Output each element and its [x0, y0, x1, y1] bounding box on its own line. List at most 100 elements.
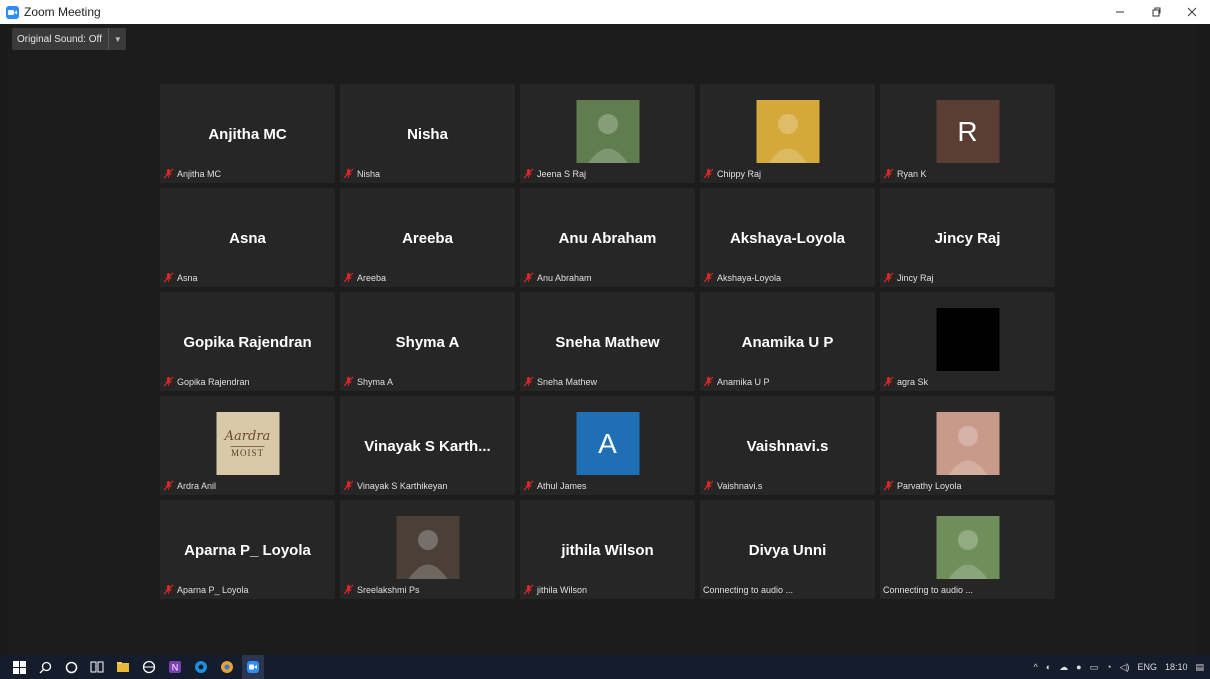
muted-mic-icon — [703, 168, 714, 179]
svg-text:N: N — [172, 663, 179, 673]
participant-tile[interactable]: Aardra MOIST Ardra Anil — [160, 396, 335, 495]
avatar-photo — [936, 516, 999, 579]
network-icon[interactable]: ◐ — [1046, 662, 1051, 672]
participant-tile[interactable]: Gopika Rajendran Gopika Rajendran — [160, 292, 335, 391]
participant-name: Anjitha MC — [177, 168, 222, 179]
search-icon[interactable] — [34, 655, 56, 679]
zoom-logo-icon — [6, 5, 19, 19]
participant-tile[interactable]: Chippy Raj — [700, 84, 875, 183]
participant-name-label: Asna — [163, 272, 198, 283]
participant-tile[interactable]: Asna Asna — [160, 188, 335, 287]
participant-tile[interactable]: Anjitha MC Anjitha MC — [160, 84, 335, 183]
minimize-button[interactable] — [1102, 0, 1138, 24]
participant-tile[interactable]: Nisha Nisha — [340, 84, 515, 183]
participant-name-label: Jincy Raj — [883, 272, 934, 283]
muted-mic-icon — [343, 480, 354, 491]
participant-name: Shyma A — [357, 376, 394, 387]
chevron-down-icon[interactable]: ▼ — [107, 28, 122, 50]
participant-tile[interactable]: Parvathy Loyola — [880, 396, 1055, 495]
participant-name-label: Chippy Raj — [703, 168, 761, 179]
clock[interactable]: 18:10 — [1165, 662, 1188, 672]
participant-tile[interactable]: Aparna P_ Loyola Aparna P_ Loyola — [160, 500, 335, 599]
participant-tile[interactable]: Jincy Raj Jincy Raj — [880, 188, 1055, 287]
participant-name: Aparna P_ Loyola — [177, 584, 249, 595]
notification-icon[interactable]: ▤ — [1195, 662, 1204, 673]
participant-display-name: Anu Abraham — [558, 230, 657, 247]
participant-tile[interactable]: Anu Abraham Anu Abraham — [520, 188, 695, 287]
avatar-initial: R — [936, 100, 999, 163]
chrome-icon[interactable] — [216, 655, 238, 679]
participant-display-name: Jincy Raj — [934, 230, 1001, 247]
participant-display-name: Aparna P_ Loyola — [184, 542, 311, 559]
avatar-blank — [936, 308, 999, 371]
participant-name: Nisha — [357, 168, 381, 179]
participant-name: Parvathy Loyola — [897, 480, 962, 491]
participant-display-name: Shyma A — [395, 334, 460, 351]
participant-tile[interactable]: Akshaya-Loyola Akshaya-Loyola — [700, 188, 875, 287]
participant-display-name: Nisha — [407, 126, 448, 143]
participant-display-name: Divya Unni — [748, 542, 827, 559]
participant-tile[interactable]: Vinayak S Karth... Vinayak S Karthikeyan — [340, 396, 515, 495]
cloud-icon[interactable]: ☁ — [1059, 662, 1068, 673]
participant-name-label: Aparna P_ Loyola — [163, 584, 249, 595]
onenote-icon[interactable]: N — [164, 655, 186, 679]
minimize-icon — [1116, 11, 1124, 13]
participant-name-label: Vinayak S Karthikeyan — [343, 480, 447, 491]
restore-button[interactable] — [1138, 0, 1174, 24]
chevron-up-icon[interactable]: ^ — [1033, 662, 1037, 672]
volume-icon[interactable]: ◁) — [1120, 662, 1130, 673]
participant-tile[interactable]: Areeba Areeba — [340, 188, 515, 287]
avatar-photo — [756, 100, 819, 163]
participant-tile[interactable]: Sneha Mathew Sneha Mathew — [520, 292, 695, 391]
microphone-icon[interactable]: ● — [1076, 662, 1081, 672]
close-button[interactable] — [1174, 0, 1210, 24]
participant-display-name: Anjitha MC — [208, 126, 287, 143]
participant-tile[interactable]: Connecting to audio ... — [880, 500, 1055, 599]
avatar-photo — [936, 412, 999, 475]
windows-start-icon[interactable] — [8, 655, 30, 679]
close-icon — [1187, 7, 1197, 17]
participant-tile[interactable]: A Athul James — [520, 396, 695, 495]
participant-tile[interactable]: agra Sk — [880, 292, 1055, 391]
logo-text: MOIST — [230, 446, 264, 458]
participant-name-label: Athul James — [523, 480, 587, 491]
participant-name: Ryan K — [897, 168, 927, 179]
wifi-icon[interactable]: ◔ — [1106, 662, 1111, 672]
muted-mic-icon — [523, 272, 534, 283]
participant-display-name: Vinayak S Karth... — [364, 438, 491, 455]
participant-tile[interactable]: Jeena S Raj — [520, 84, 695, 183]
browser-icon[interactable] — [190, 655, 212, 679]
participant-name-label: jithila Wilson — [523, 584, 587, 595]
participant-name: Jincy Raj — [897, 272, 934, 283]
windows-taskbar: N ^ ◐ ☁ ● ▭ ◔ ◁) ENG 18:10 ▤ — [0, 655, 1210, 679]
participant-tile[interactable]: jithila Wilson jithila Wilson — [520, 500, 695, 599]
zoom-taskbar-icon[interactable] — [242, 655, 264, 679]
cortana-icon[interactable] — [60, 655, 82, 679]
muted-mic-icon — [883, 168, 894, 179]
participant-name-label: Anamika U P — [703, 376, 770, 387]
file-explorer-icon[interactable] — [112, 655, 134, 679]
participant-tile[interactable]: Anamika U P Anamika U P — [700, 292, 875, 391]
participant-tile[interactable]: R Ryan K — [880, 84, 1055, 183]
edge-icon[interactable] — [138, 655, 160, 679]
participant-tile[interactable]: Shyma A Shyma A — [340, 292, 515, 391]
battery-icon[interactable]: ▭ — [1090, 662, 1099, 673]
participant-name-label: Shyma A — [343, 376, 393, 387]
participant-name-label: Gopika Rajendran — [163, 376, 250, 387]
language-indicator[interactable]: ENG — [1137, 662, 1157, 672]
task-view-icon[interactable] — [86, 655, 108, 679]
gallery-grid: Anjitha MC Anjitha MC Nisha Nisha Jeena S Ra… — [160, 84, 1058, 599]
participant-name-label: Ardra Anil — [163, 480, 216, 491]
participant-name: Vaishnavi.s — [717, 480, 763, 491]
participant-name-label: Areeba — [343, 272, 386, 283]
participant-tile[interactable]: Divya Unni Connecting to audio ... — [700, 500, 875, 599]
participant-tile[interactable]: Sreelakshmi Ps — [340, 500, 515, 599]
muted-mic-icon — [523, 376, 534, 387]
participant-tile[interactable]: Vaishnavi.s Vaishnavi.s — [700, 396, 875, 495]
original-sound-toggle[interactable]: Original Sound: Off ▼ — [12, 28, 126, 50]
participant-display-name: Asna — [229, 230, 266, 247]
muted-mic-icon — [163, 272, 174, 283]
muted-mic-icon — [163, 168, 174, 179]
muted-mic-icon — [343, 272, 354, 283]
participant-name: Anu Abraham — [537, 272, 592, 283]
